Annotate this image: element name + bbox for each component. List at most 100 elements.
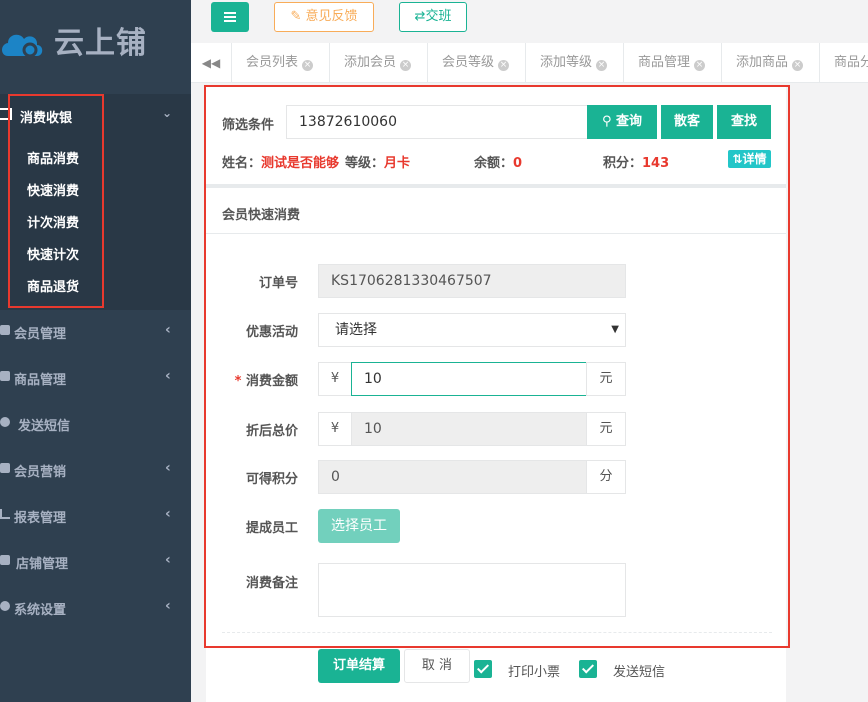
- promo-select[interactable]: 请选择 ▼: [318, 313, 626, 347]
- topbar: ✎ 意见反馈 ⇄交班: [191, 0, 868, 43]
- comment-icon: [0, 417, 10, 427]
- tab-add-member[interactable]: 添加会员 ×: [330, 43, 428, 82]
- chevron-left-icon: ‹: [165, 506, 171, 522]
- checkout-button[interactable]: 订单结算: [318, 649, 400, 683]
- share-icon: [0, 601, 10, 611]
- chevron-left-icon: ‹: [165, 368, 171, 384]
- sidebar-subitem[interactable]: 快速消费: [27, 180, 79, 199]
- member-search-input[interactable]: 13872610060: [286, 105, 588, 139]
- sidebar-group-header[interactable]: 消费收银 ⌄: [0, 104, 191, 128]
- sidebar-item-label: 报表管理: [14, 511, 67, 526]
- sidebar-item-settings[interactable]: 系统设置 ‹: [0, 588, 191, 628]
- close-icon[interactable]: ×: [792, 60, 804, 71]
- tab-member-level[interactable]: 会员等级 ×: [428, 43, 526, 82]
- print-receipt-checkbox[interactable]: [474, 660, 492, 678]
- close-icon[interactable]: ×: [400, 60, 412, 71]
- points-addon: 分: [586, 460, 626, 494]
- sidebar-subitem[interactable]: 商品消费: [27, 148, 79, 167]
- divider: [206, 233, 786, 234]
- main-panel: 筛选条件 13872610060 ⚲ 查询 散客 查找 姓名：测试是否能够 等级…: [206, 86, 786, 702]
- query-button[interactable]: ⚲ 查询: [587, 105, 657, 139]
- chevron-left-icon: ‹: [165, 460, 171, 476]
- briefcase-icon: [0, 463, 10, 473]
- amount-input[interactable]: 10: [351, 362, 587, 396]
- member-level: 等级：月卡: [345, 156, 411, 171]
- currency-addon: ¥: [318, 412, 352, 446]
- sidebar-item-marketing[interactable]: 会员营销 ‹: [0, 450, 191, 490]
- currency-addon: ¥: [318, 362, 352, 396]
- print-receipt-label: 打印小票: [508, 665, 561, 680]
- divider: [206, 184, 786, 188]
- sidebar-subitem[interactable]: 快速计次: [27, 244, 79, 263]
- logo: 云上铺: [0, 0, 191, 88]
- line-chart-icon: [0, 509, 10, 519]
- sidebar-item-store[interactable]: 店铺管理 ‹: [0, 542, 191, 582]
- sidebar-group-cashier: 消费收银 ⌄ 商品消费 快速消费 计次消费 快速计次 商品退货: [0, 94, 191, 310]
- tab-product-management[interactable]: 商品管理 ×: [624, 43, 722, 82]
- promo-label: 优惠活动: [245, 325, 298, 340]
- points-earn-field: 0: [318, 460, 588, 494]
- section-title: 会员快速消费: [222, 208, 301, 223]
- select-staff-button[interactable]: 选择员工: [318, 509, 400, 543]
- tab-prev-button[interactable]: ◀◀: [191, 43, 232, 82]
- order-no-label: 订单号: [258, 276, 298, 291]
- tab-add-level[interactable]: 添加等级 ×: [526, 43, 624, 82]
- member-points: 积分：143: [603, 156, 670, 171]
- sidebar-subitem[interactable]: 计次消费: [27, 212, 79, 231]
- close-icon[interactable]: ×: [302, 60, 314, 71]
- sidebar-item-members[interactable]: 会员管理 ‹: [0, 312, 191, 352]
- hamburger-icon: [224, 12, 236, 14]
- discount-total-field: 10: [351, 412, 587, 446]
- detail-button[interactable]: ⇅详情: [728, 150, 771, 168]
- send-sms-checkbox[interactable]: [579, 660, 597, 678]
- users-icon: [0, 325, 10, 335]
- sidebar-item-label: 店铺管理: [16, 557, 69, 572]
- sidebar-group-label: 消费收银: [20, 111, 73, 126]
- points-earn-label: 可得积分: [245, 472, 298, 487]
- sidebar: 云上铺 消费收银 ⌄ 商品消费 快速消费 计次消费 快速计次 商品退货 会员管理…: [0, 0, 191, 702]
- menu-toggle-button[interactable]: [211, 2, 249, 32]
- sidebar-item-sms[interactable]: 发送短信: [0, 404, 191, 444]
- logo-text: 云上铺: [54, 26, 147, 61]
- list-icon: [0, 108, 12, 120]
- order-no-field: KS1706281330467507: [318, 264, 626, 298]
- bank-icon: [0, 555, 10, 565]
- find-button[interactable]: 查找: [717, 105, 771, 139]
- sidebar-item-label: 会员营销: [14, 465, 67, 480]
- shift-button[interactable]: ⇄交班: [399, 2, 467, 32]
- feedback-button[interactable]: ✎ 意见反馈: [274, 2, 374, 32]
- shift-label: 交班: [425, 9, 452, 24]
- remark-textarea[interactable]: [318, 563, 626, 617]
- close-icon[interactable]: ×: [694, 60, 706, 71]
- close-icon[interactable]: ×: [596, 60, 608, 71]
- member-name: 姓名：测试是否能够: [222, 156, 340, 171]
- sidebar-item-label: 发送短信: [18, 419, 71, 434]
- chevron-left-icon: ‹: [165, 552, 171, 568]
- chevron-left-icon: ‹: [165, 322, 171, 338]
- tab-add-product[interactable]: 添加商品 ×: [722, 43, 820, 82]
- close-icon[interactable]: ×: [498, 60, 510, 71]
- dropdown-arrow-icon: ▼: [611, 324, 619, 335]
- discount-total-label: 折后总价: [245, 424, 298, 439]
- chevron-down-icon: ⌄: [162, 106, 173, 120]
- sidebar-subitem[interactable]: 商品退货: [27, 276, 79, 295]
- member-balance: 余额：0: [474, 156, 523, 171]
- exchange-icon: ⇄: [414, 9, 426, 24]
- sidebar-item-products[interactable]: 商品管理 ‹: [0, 358, 191, 398]
- edit-icon: ✎: [290, 9, 302, 24]
- tab-member-list[interactable]: 会员列表 ×: [232, 43, 330, 82]
- yuan-addon: 元: [586, 412, 626, 446]
- sidebar-item-reports[interactable]: 报表管理 ‹: [0, 496, 191, 536]
- database-icon: [0, 371, 10, 381]
- sidebar-item-label: 系统设置: [14, 603, 67, 618]
- sidebar-item-label: 会员管理: [14, 327, 67, 342]
- remark-label: 消费备注: [245, 576, 298, 591]
- tab-product-category[interactable]: 商品分: [820, 43, 868, 82]
- filter-label: 筛选条件: [222, 118, 275, 133]
- search-icon: ⚲: [601, 114, 612, 129]
- cancel-button[interactable]: 取 消: [404, 649, 470, 683]
- divider: [222, 632, 772, 633]
- feedback-label: 意见反馈: [305, 9, 358, 24]
- cloud-logo-icon: [2, 34, 43, 58]
- walk-in-button[interactable]: 散客: [661, 105, 713, 139]
